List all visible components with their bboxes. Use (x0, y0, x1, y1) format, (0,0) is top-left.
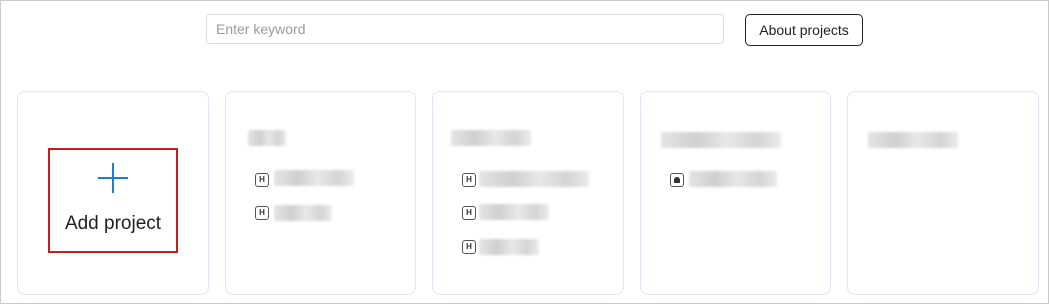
project-item-label (689, 171, 777, 187)
project-title (661, 132, 781, 148)
project-item-label (479, 171, 589, 187)
project-item-label (274, 205, 332, 221)
h-icon: H (255, 173, 269, 187)
project-item-label (479, 204, 549, 220)
project-card[interactable]: H H H (432, 91, 624, 295)
h-icon: H (462, 206, 476, 220)
about-projects-button[interactable]: About projects (745, 14, 863, 46)
project-card[interactable]: H H (225, 91, 416, 295)
project-card[interactable] (847, 91, 1039, 295)
project-title (868, 132, 958, 148)
plus-icon (98, 163, 128, 193)
project-item-label (479, 239, 539, 255)
search-input[interactable] (206, 14, 724, 44)
project-title (248, 130, 286, 146)
add-project-card: Add project (17, 91, 209, 295)
h-icon: H (462, 240, 476, 254)
add-project-label: Add project (64, 213, 162, 234)
project-title (451, 130, 531, 146)
project-item-label (274, 170, 354, 186)
android-icon (670, 173, 684, 187)
projects-page: About projects Add project H H H H H (0, 0, 1049, 304)
project-card[interactable] (640, 91, 831, 295)
add-project-button[interactable]: Add project (48, 148, 178, 253)
h-icon: H (462, 173, 476, 187)
h-icon: H (255, 206, 269, 220)
